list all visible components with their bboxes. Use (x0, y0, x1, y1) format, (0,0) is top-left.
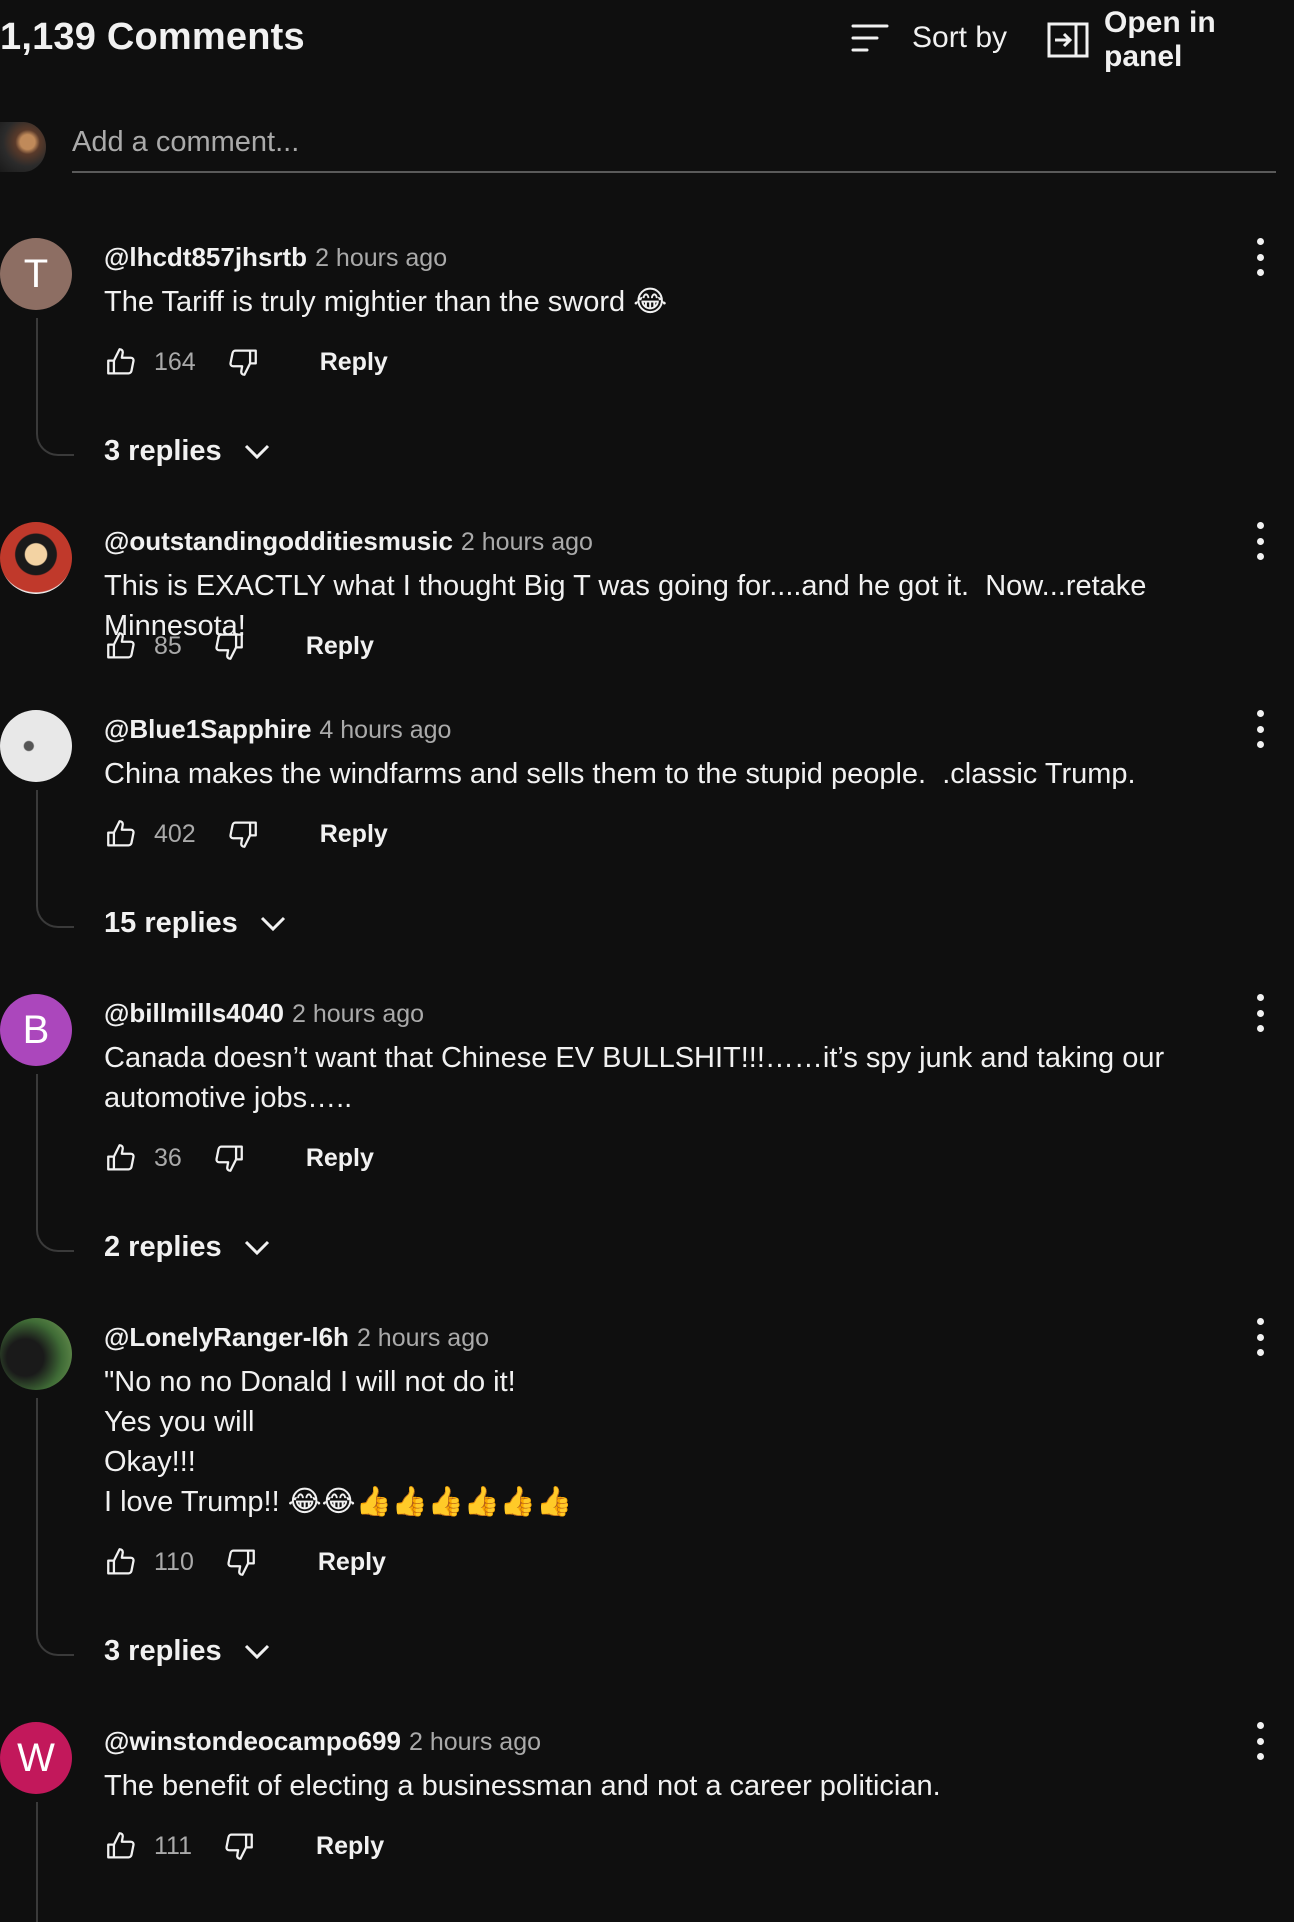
reply-button[interactable]: Reply (306, 1144, 374, 1173)
comments-header: 1,139 Comments Sort by Open in panel (0, 0, 1294, 80)
replies-count: 15 replies (104, 906, 238, 939)
comment-time[interactable]: 2 hours ago (357, 1324, 489, 1353)
comment-author[interactable]: @Blue1Sapphire (104, 714, 311, 745)
thumb-down-icon[interactable] (224, 1545, 258, 1579)
more-vert-icon[interactable] (1252, 1722, 1268, 1760)
comment-meta: @outstandingodditiesmusic 2 hours ago (104, 526, 593, 557)
comment-time[interactable]: 2 hours ago (292, 1000, 424, 1029)
reply-button[interactable]: Reply (320, 348, 388, 377)
like-count: 111 (154, 1831, 193, 1860)
comment-text: The Tariff is truly mightier than the sw… (104, 286, 668, 318)
thread-line (36, 318, 74, 456)
thumb-up-icon[interactable] (104, 1545, 138, 1579)
reply-button[interactable]: Reply (306, 632, 374, 661)
comment-actions: 110 Reply (104, 1542, 386, 1582)
comment-actions: 85 Reply (104, 626, 374, 666)
comment-meta: @Blue1Sapphire 4 hours ago (104, 714, 451, 745)
comment-meta: @winstondeocampo699 2 hours ago (104, 1726, 541, 1757)
more-vert-icon[interactable] (1252, 238, 1268, 276)
comment-text: "No no no Donald I will not do it! Yes y… (104, 1366, 573, 1518)
thumb-down-icon[interactable] (222, 1829, 256, 1863)
comment-author[interactable]: @LonelyRanger-l6h (104, 1322, 349, 1353)
avatar[interactable] (0, 1318, 72, 1390)
comment-time[interactable]: 2 hours ago (409, 1728, 541, 1757)
sort-label: Sort by (912, 21, 1008, 54)
more-vert-icon[interactable] (1252, 1318, 1268, 1356)
comment-text: Canada doesn’t want that Chinese EV BULL… (104, 1042, 1173, 1114)
reply-button[interactable]: Reply (316, 1832, 384, 1861)
replies-toggle[interactable]: 2 replies (104, 1230, 274, 1264)
avatar-letter: B (22, 1007, 50, 1052)
replies-toggle[interactable]: 3 replies (104, 1634, 274, 1668)
comment-author[interactable]: @lhcdt857jhsrtb (104, 242, 307, 273)
comment-actions: 36 Reply (104, 1138, 374, 1178)
comment-actions: 111 Reply (104, 1826, 384, 1866)
avatar-letter: T (23, 251, 49, 296)
thumb-up-icon[interactable] (104, 1829, 138, 1863)
thread-line (36, 790, 74, 928)
comment-author[interactable]: @outstandingodditiesmusic (104, 526, 453, 557)
comment-text: The benefit of electing a businessman an… (104, 1770, 941, 1802)
add-comment-input[interactable]: Add a comment... (72, 126, 299, 159)
replies-count: 3 replies (104, 1634, 222, 1667)
open-in-panel-icon (1046, 20, 1090, 60)
replies-toggle[interactable]: 15 replies (104, 906, 290, 940)
chevron-down-icon (240, 1634, 274, 1668)
comment-text: China makes the windfarms and sells them… (104, 758, 1136, 790)
comment-count: 1,139 Comments (0, 16, 305, 58)
avatar-letter: W (17, 1735, 55, 1780)
thumb-down-icon[interactable] (212, 1141, 246, 1175)
comment-meta: @billmills4040 2 hours ago (104, 998, 424, 1029)
thread-line (36, 1802, 74, 1922)
chevron-down-icon (256, 906, 290, 940)
comment-time[interactable]: 2 hours ago (315, 244, 447, 273)
reply-button[interactable]: Reply (318, 1548, 386, 1577)
like-count: 36 (154, 1143, 182, 1172)
avatar[interactable]: T (0, 238, 72, 310)
like-count: 402 (154, 819, 196, 848)
replies-toggle[interactable]: 3 replies (104, 434, 274, 468)
sort-button[interactable]: Sort by (850, 18, 1007, 58)
avatar[interactable]: B (0, 994, 72, 1066)
open-in-panel-label: Open in panel (1104, 6, 1216, 73)
thread-line (36, 1398, 74, 1656)
thumb-down-icon[interactable] (226, 345, 260, 379)
comment-actions: 402 Reply (104, 814, 388, 854)
like-count: 164 (154, 347, 196, 376)
avatar[interactable] (0, 522, 72, 594)
comment-meta: @LonelyRanger-l6h 2 hours ago (104, 1322, 489, 1353)
comment-meta: @lhcdt857jhsrtb 2 hours ago (104, 242, 447, 273)
chevron-down-icon (240, 434, 274, 468)
avatar[interactable]: W (0, 1722, 72, 1794)
sort-icon (850, 18, 890, 58)
more-vert-icon[interactable] (1252, 522, 1268, 560)
chevron-down-icon (240, 1230, 274, 1264)
add-comment-row: Add a comment... (0, 118, 1276, 178)
more-vert-icon[interactable] (1252, 994, 1268, 1032)
replies-count: 3 replies (104, 434, 222, 467)
like-count: 85 (154, 631, 182, 660)
thumb-down-icon[interactable] (212, 629, 246, 663)
comment-author[interactable]: @billmills4040 (104, 998, 284, 1029)
thumb-down-icon[interactable] (226, 817, 260, 851)
reply-button[interactable]: Reply (320, 820, 388, 849)
thumb-up-icon[interactable] (104, 1141, 138, 1175)
comment-author[interactable]: @winstondeocampo699 (104, 1726, 401, 1757)
replies-count: 2 replies (104, 1230, 222, 1263)
add-comment-underline (72, 171, 1276, 173)
more-vert-icon[interactable] (1252, 710, 1268, 748)
like-count: 110 (154, 1547, 194, 1576)
comment-actions: 164 Reply (104, 342, 388, 382)
thumb-up-icon[interactable] (104, 629, 138, 663)
thumb-up-icon[interactable] (104, 817, 138, 851)
thread-line (36, 1074, 74, 1252)
thumb-up-icon[interactable] (104, 345, 138, 379)
comment-time[interactable]: 2 hours ago (461, 528, 593, 557)
avatar (0, 122, 46, 172)
comment-time[interactable]: 4 hours ago (319, 716, 451, 745)
open-in-panel-button[interactable]: Open in panel (1046, 6, 1294, 73)
avatar[interactable] (0, 710, 72, 782)
